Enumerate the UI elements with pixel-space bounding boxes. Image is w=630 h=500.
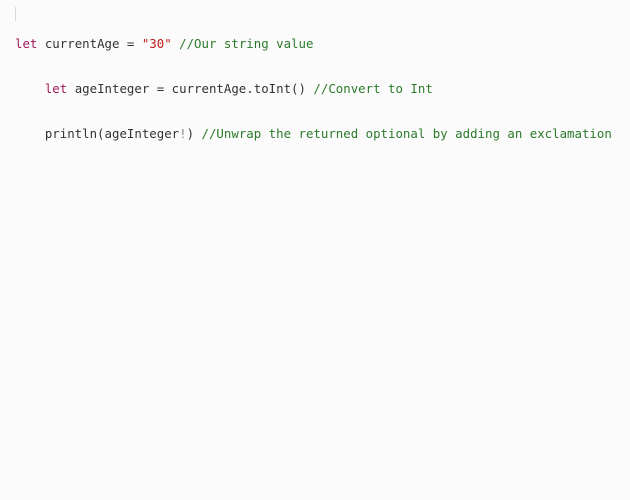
keyword-token: let bbox=[44, 81, 68, 96]
comment-token: //Unwrap the returned optional by adding… bbox=[201, 126, 612, 141]
comment-token: //Our string value bbox=[179, 36, 314, 51]
string-literal-token: "30" bbox=[141, 36, 172, 51]
code-token: ageInteger = currentAge.toInt() bbox=[67, 81, 314, 96]
code-token: ) bbox=[186, 126, 202, 141]
code-line-3: println(ageInteger!) //Unwrap the return… bbox=[15, 126, 612, 141]
keyword-token: let bbox=[15, 36, 38, 51]
code-line-1: let currentAge = "30" //Our string value bbox=[15, 36, 612, 51]
code-line-2: let ageInteger = currentAge.toInt() //Co… bbox=[15, 81, 612, 96]
unwrap-operator-token: ! bbox=[179, 126, 187, 141]
code-token: currentAge = bbox=[37, 36, 142, 51]
comment-token: //Convert to Int bbox=[313, 81, 433, 96]
code-token: println(ageInteger bbox=[44, 126, 180, 141]
code-editor[interactable]: let currentAge = "30" //Our string value… bbox=[0, 0, 630, 500]
code-block[interactable]: let currentAge = "30" //Our string value… bbox=[15, 6, 612, 171]
